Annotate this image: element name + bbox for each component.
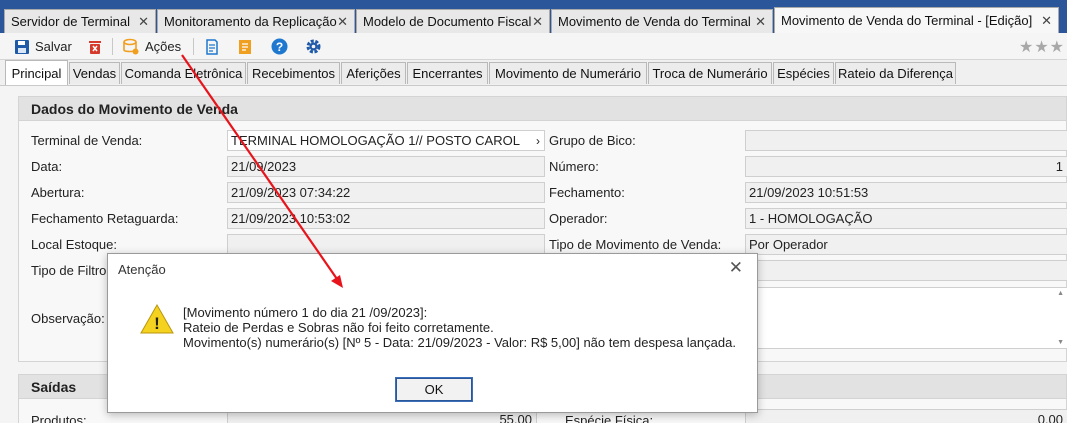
settings-button[interactable]: [304, 36, 322, 57]
tab-encerrantes[interactable]: Encerrantes: [407, 62, 488, 84]
dialog-message: [Movimento número 1 do dia 21 /09/2023]:…: [183, 305, 736, 350]
close-icon[interactable]: ✕: [337, 14, 348, 30]
delete-button[interactable]: [86, 36, 104, 57]
database-gear-icon: [122, 38, 140, 56]
doc-tab-servidor-terminal[interactable]: Servidor de Terminal ✕: [4, 9, 156, 33]
group-title: Dados do Movimento de Venda: [19, 97, 1066, 121]
close-icon[interactable]: ✕: [755, 14, 766, 30]
produtos-label: Produtos:: [31, 413, 87, 423]
especie-fisica-label: Espécie Física:: [565, 413, 654, 423]
numero-label: Número:: [549, 159, 599, 174]
doc-tab-label: Servidor de Terminal: [11, 14, 130, 29]
toolbar-separator: [112, 38, 113, 55]
operador-label: Operador:: [549, 211, 608, 226]
tab-comanda-eletronica[interactable]: Comanda Eletrônica: [121, 62, 246, 84]
message-line-3: Movimento(s) numerário(s) [Nº 5 - Data: …: [183, 335, 736, 350]
doc-tab-label: Movimento de Venda do Terminal - [Edição…: [781, 13, 1033, 28]
terminal-label: Terminal de Venda:: [31, 133, 143, 148]
help-glyph: ?: [275, 40, 282, 54]
abertura-field[interactable]: 21/09/2023 07:34:22: [227, 182, 545, 203]
operador-field[interactable]: 1 - HOMOLOGAÇÃO: [745, 208, 1067, 229]
terminal-field[interactable]: TERMINAL HOMOLOGAÇÃO 1// POSTO CAROL ›: [227, 130, 545, 151]
attention-dialog: Atenção ✕ ! [Movimento número 1 do dia 2…: [107, 253, 758, 413]
chevron-right-icon[interactable]: ›: [536, 134, 540, 148]
tipo-filtro-label: Tipo de Filtro: [31, 263, 107, 278]
tab-movimento-numerario[interactable]: Movimento de Numerário: [489, 62, 647, 84]
terminal-value: TERMINAL HOMOLOGAÇÃO 1// POSTO CAROL: [231, 133, 520, 148]
save-button[interactable]: Salvar: [13, 36, 72, 57]
doc-tab-movimento-venda[interactable]: Movimento de Venda do Terminal ✕: [551, 9, 773, 33]
rating-stars-icon[interactable]: ★★★: [1019, 37, 1065, 57]
local-estoque-label: Local Estoque:: [31, 237, 118, 252]
fechamento-field[interactable]: 21/09/2023 10:51:53: [745, 182, 1067, 203]
notes-icon: [236, 38, 254, 56]
fechamento-label: Fechamento:: [549, 185, 625, 200]
close-icon[interactable]: ✕: [729, 258, 743, 278]
especie-fisica-field[interactable]: 0,00: [745, 409, 1067, 423]
tab-recebimentos[interactable]: Recebimentos: [247, 62, 340, 84]
save-label: Salvar: [35, 39, 72, 54]
numero-field[interactable]: 1: [745, 156, 1067, 177]
close-icon[interactable]: ✕: [532, 14, 543, 30]
document-icon: [203, 38, 221, 56]
notes-button[interactable]: [236, 36, 254, 57]
help-icon: ?: [270, 38, 288, 56]
abertura-label: Abertura:: [31, 185, 85, 200]
local-estoque-field[interactable]: [227, 234, 545, 255]
close-icon[interactable]: ✕: [1041, 13, 1052, 29]
tab-rateio-diferenca[interactable]: Rateio da Diferença: [835, 62, 956, 84]
document-tabs-bar: Servidor de Terminal ✕ Monitoramento da …: [0, 0, 1067, 33]
ok-button[interactable]: OK: [395, 377, 473, 402]
actions-label: Ações: [145, 39, 182, 54]
doc-tab-label: Movimento de Venda do Terminal: [558, 14, 751, 29]
dialog-title: Atenção: [118, 262, 166, 277]
doc-tab-label: Monitoramento da Replicação: [164, 14, 337, 29]
trash-icon: [86, 38, 104, 56]
message-line-1: [Movimento número 1 do dia 21 /09/2023]:: [183, 305, 428, 320]
observacao-label: Observação:: [31, 311, 105, 326]
help-button[interactable]: ?: [270, 36, 288, 57]
report-button[interactable]: [203, 36, 221, 57]
scroll-down-icon[interactable]: ▼: [1057, 339, 1064, 346]
grupo-bico-label: Grupo de Bico:: [549, 133, 636, 148]
tipo-movimento-label: Tipo de Movimento de Venda:: [549, 237, 722, 252]
tab-troca-numerario[interactable]: Troca de Numerário: [648, 62, 772, 84]
tipo-movimento-field[interactable]: Por Operador: [745, 234, 1067, 255]
doc-tab-label: Modelo de Documento Fiscal: [363, 14, 532, 29]
fechamento-retaguarda-field[interactable]: 21/09/2023 10:53:02: [227, 208, 545, 229]
tab-afericoes[interactable]: Aferições: [341, 62, 406, 84]
toolbar: Salvar Ações ? ★★★: [0, 33, 1067, 60]
warning-glyph: !: [154, 314, 160, 333]
tab-vendas[interactable]: Vendas: [69, 62, 120, 84]
actions-button[interactable]: Ações: [122, 36, 181, 57]
scroll-up-icon[interactable]: ▲: [1057, 290, 1064, 297]
fechamento-retaguarda-label: Fechamento Retaguarda:: [31, 211, 179, 226]
data-field[interactable]: 21/09/2023: [227, 156, 545, 177]
doc-tab-movimento-venda-edicao[interactable]: Movimento de Venda do Terminal - [Edição…: [774, 7, 1059, 33]
warning-icon: !: [140, 304, 174, 334]
doc-tab-monitoramento[interactable]: Monitoramento da Replicação ✕: [157, 9, 355, 33]
page-tabs-bar: Principal Vendas Comanda Eletrônica Rece…: [0, 60, 1067, 85]
save-icon: [13, 38, 31, 56]
data-label: Data:: [31, 159, 63, 174]
doc-tab-modelo-documento[interactable]: Modelo de Documento Fiscal ✕: [356, 9, 550, 33]
message-line-2: Rateio de Perdas e Sobras não foi feito …: [183, 320, 494, 335]
tab-principal[interactable]: Principal: [5, 60, 68, 85]
gear-icon: [304, 38, 322, 56]
grupo-bico-field[interactable]: [745, 130, 1067, 151]
close-icon[interactable]: ✕: [138, 14, 149, 30]
tipo-filtro-field[interactable]: [745, 260, 1067, 281]
tab-especies[interactable]: Espécies: [773, 62, 834, 84]
toolbar-separator: [193, 38, 194, 55]
